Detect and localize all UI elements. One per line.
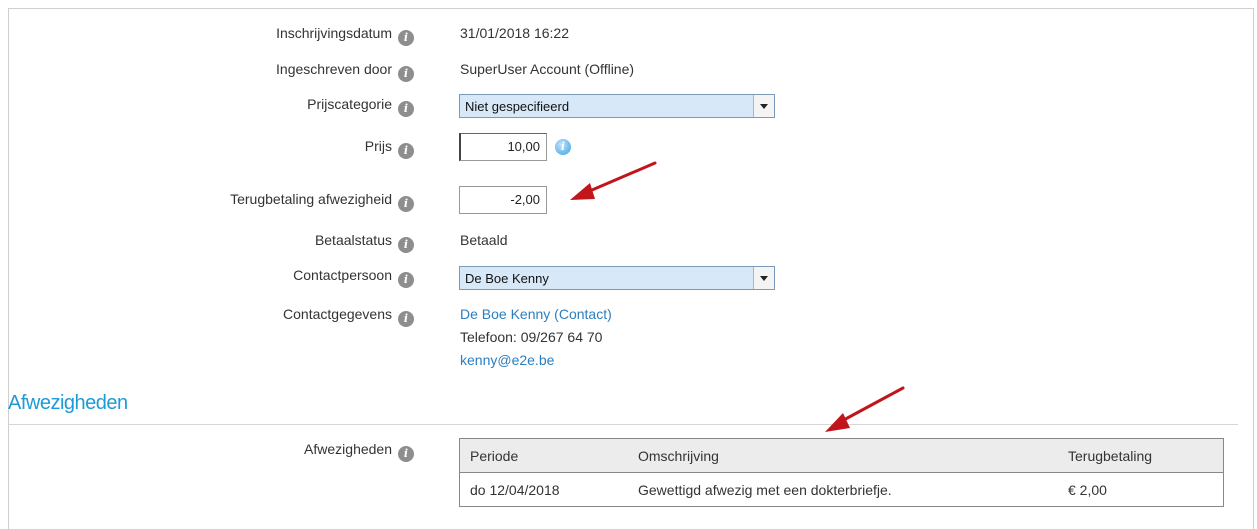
info-icon[interactable]: i [398,66,414,82]
info-icon[interactable]: i [398,311,414,327]
prijs-input[interactable]: 10,00 [459,133,547,161]
column-header-omschrijving: Omschrijving [628,438,1058,473]
label-inschrijvingsdatum: Inschrijvingsdatum i [276,25,414,46]
label-text: Inschrijvingsdatum [276,25,392,41]
info-icon[interactable]: i [398,237,414,253]
label-text: Contactgegevens [283,306,392,322]
label-prijscategorie: Prijscategorie i [307,96,414,117]
column-header-terugbetaling: Terugbetaling [1058,438,1224,473]
value-betaalstatus: Betaald [460,232,508,248]
contact-email[interactable]: kenny@e2e.be [460,352,554,368]
label-contactgegevens: Contactgegevens i [283,306,414,327]
section-divider [8,424,1238,425]
prijscategorie-select[interactable]: Niet gespecifieerd [459,94,775,118]
terugbetaling-input[interactable]: -2,00 [459,186,547,214]
label-ingeschreven-door: Ingeschreven door i [276,61,414,82]
cell-omschrijving: Gewettigd afwezig met een dokterbriefje. [628,472,1058,507]
cell-terugbetaling: € 2,00 [1058,472,1224,507]
section-title: Afwezigheden [8,392,128,414]
value-inschrijvingsdatum: 31/01/2018 16:22 [460,25,569,41]
select-value: De Boe Kenny [465,271,549,286]
info-icon[interactable]: i [398,196,414,212]
label-text: Terugbetaling afwezigheid [230,191,392,207]
red-arrow-annotation [825,386,905,432]
price-info-icon[interactable]: i [555,139,571,155]
label-betaalstatus: Betaalstatus i [315,232,414,253]
column-header-periode: Periode [459,438,628,473]
contactpersoon-select[interactable]: De Boe Kenny [459,266,775,290]
contact-phone: Telefoon: 09/267 64 70 [460,329,603,345]
label-text: Prijscategorie [307,96,392,112]
cell-periode: do 12/04/2018 [459,472,628,507]
table-header-row: Periode Omschrijving Terugbetaling [459,438,1224,473]
label-text: Afwezigheden [304,441,392,457]
label-text: Prijs [364,138,392,154]
label-text: Ingeschreven door [276,61,392,77]
info-icon[interactable]: i [398,446,414,462]
info-icon[interactable]: i [398,101,414,117]
info-icon[interactable]: i [398,143,414,159]
chevron-down-icon[interactable] [753,95,774,117]
label-text: Contactpersoon [293,267,392,283]
info-icon[interactable]: i [398,30,414,46]
label-afwezigheden: Afwezigheden i [304,441,414,462]
table-row: do 12/04/2018 Gewettigd afwezig met een … [459,472,1224,507]
value-ingeschreven-door: SuperUser Account (Offline) [460,61,635,77]
label-text: Betaalstatus [314,232,392,248]
afwezigheden-table: Periode Omschrijving Terugbetaling do 12… [459,438,1224,507]
red-arrow-annotation [570,161,657,200]
label-contactpersoon: Contactpersoon i [293,267,414,288]
select-value: Niet gespecifieerd [465,99,570,114]
label-terugbetaling-afwezigheid: Terugbetaling afwezigheid i [230,191,414,212]
chevron-down-icon[interactable] [753,267,774,289]
label-prijs: Prijs i [365,138,414,159]
contact-link[interactable]: De Boe Kenny (Contact) [460,306,612,322]
info-icon[interactable]: i [398,272,414,288]
